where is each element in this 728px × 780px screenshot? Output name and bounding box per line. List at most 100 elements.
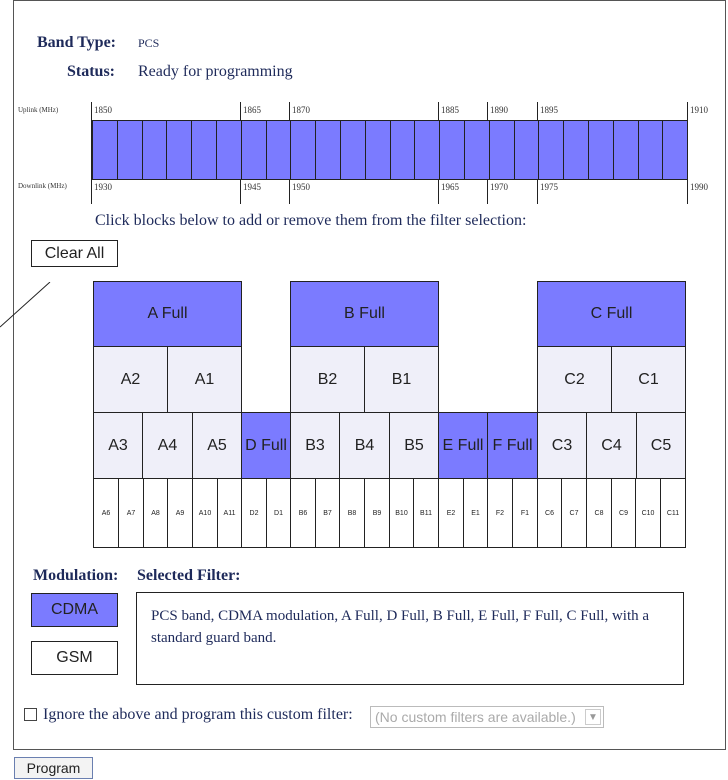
status-value: Ready for programming [138,63,293,80]
spectrum-block [440,121,465,179]
spectrum-block [663,121,687,179]
spectrum-block [267,121,292,179]
spectrum-bar [92,120,688,180]
block-b8[interactable]: B8 [339,478,365,548]
block-c9[interactable]: C9 [611,478,636,548]
block-e2[interactable]: E2 [438,478,464,548]
uplink-tick-label: 1885 [441,105,459,115]
custom-filter-select[interactable]: (No custom filters are available.) ▼ [370,706,604,728]
block-a6[interactable]: A6 [93,478,119,548]
spectrum-block [118,121,143,179]
spectrum-block [192,121,217,179]
spectrum-block [167,121,193,179]
block-c1[interactable]: C1 [611,346,686,413]
downlink-label: Downlink (MHz) [18,182,67,190]
spectrum-block [515,121,540,179]
chevron-down-icon: ▼ [585,709,601,725]
block-b5[interactable]: B5 [389,412,439,479]
uplink-label: Uplink (MHz) [18,106,59,114]
block-b2[interactable]: B2 [290,346,365,413]
block-a4[interactable]: A4 [142,412,193,479]
block-e-full[interactable]: E Full [438,412,488,479]
block-a11[interactable]: A11 [217,478,242,548]
custom-filter-select-value: (No custom filters are available.) [375,709,576,725]
block-b3[interactable]: B3 [290,412,340,479]
custom-filter-label: Ignore the above and program this custom… [43,706,353,723]
custom-filter-checkbox[interactable] [24,708,37,721]
block-c3[interactable]: C3 [537,412,587,479]
block-c10[interactable]: C10 [635,478,661,548]
block-c5[interactable]: C5 [636,412,686,479]
downlink-tick-label: 1965 [441,182,459,192]
downlink-tick-label: 1950 [292,182,310,192]
uplink-tick-label: 1890 [490,105,508,115]
band-type-value: PCS [138,36,160,50]
block-b4[interactable]: B4 [339,412,390,479]
block-a-full[interactable]: A Full [93,281,242,347]
block-d-full[interactable]: D Full [241,412,291,479]
block-e1[interactable]: E1 [463,478,488,548]
selected-filter-box: PCS band, CDMA modulation, A Full, D Ful… [136,592,684,685]
block-b6[interactable]: B6 [290,478,316,548]
spectrum-block [539,121,565,179]
block-c-full[interactable]: C Full [537,281,686,347]
downlink-tick-label: 1990 [690,182,708,192]
spectrum-block [93,121,118,179]
block-c6[interactable]: C6 [537,478,562,548]
spectrum-block [217,121,242,179]
block-c7[interactable]: C7 [561,478,587,548]
downlink-tick-label: 1970 [490,182,508,192]
block-f-full[interactable]: F Full [487,412,538,479]
spectrum-block [316,121,341,179]
spectrum-block [589,121,614,179]
block-b10[interactable]: B10 [389,478,414,548]
program-button[interactable]: Program [14,757,93,779]
block-a1[interactable]: A1 [167,346,242,413]
block-b11[interactable]: B11 [413,478,439,548]
block-c11[interactable]: C11 [660,478,686,548]
selected-filter-label: Selected Filter: [137,567,241,584]
block-a8[interactable]: A8 [143,478,168,548]
spectrum-block [465,121,490,179]
hint-text: Click blocks below to add or remove them… [95,212,527,229]
block-a7[interactable]: A7 [118,478,144,548]
spectrum-block [639,121,664,179]
uplink-tick-label: 1865 [243,105,261,115]
clear-all-button[interactable]: Clear All [31,240,118,267]
spectrum-block [490,121,515,179]
spectrum-block [291,121,317,179]
modulation-label: Modulation: [33,567,119,584]
block-d1[interactable]: D1 [266,478,291,548]
block-f2[interactable]: F2 [487,478,513,548]
block-b9[interactable]: B9 [364,478,390,548]
spectrum-block [391,121,416,179]
downlink-tick-label: 1930 [94,182,112,192]
block-c8[interactable]: C8 [586,478,612,548]
block-a10[interactable]: A10 [192,478,218,548]
uplink-tick-label: 1870 [292,105,310,115]
block-a5[interactable]: A5 [192,412,242,479]
status-label: Status: [67,63,116,80]
spectrum-block [242,121,267,179]
block-f1[interactable]: F1 [512,478,538,548]
spectrum-block [366,121,391,179]
block-c2[interactable]: C2 [537,346,612,413]
spectrum-block [614,121,639,179]
spectrum-block [143,121,168,179]
cdma-button[interactable]: CDMA [31,593,118,627]
uplink-tick-label: 1850 [94,105,112,115]
block-a2[interactable]: A2 [93,346,168,413]
downlink-tick-label: 1975 [540,182,558,192]
block-d2[interactable]: D2 [241,478,267,548]
spectrum-block [564,121,589,179]
block-c4[interactable]: C4 [586,412,637,479]
spectrum-block [341,121,366,179]
block-b7[interactable]: B7 [315,478,340,548]
block-a9[interactable]: A9 [167,478,193,548]
block-b-full[interactable]: B Full [290,281,439,347]
block-a3[interactable]: A3 [93,412,143,479]
block-b1[interactable]: B1 [364,346,439,413]
gsm-button[interactable]: GSM [31,641,118,675]
uplink-tick-label: 1910 [690,105,708,115]
pointer-line [0,282,51,328]
